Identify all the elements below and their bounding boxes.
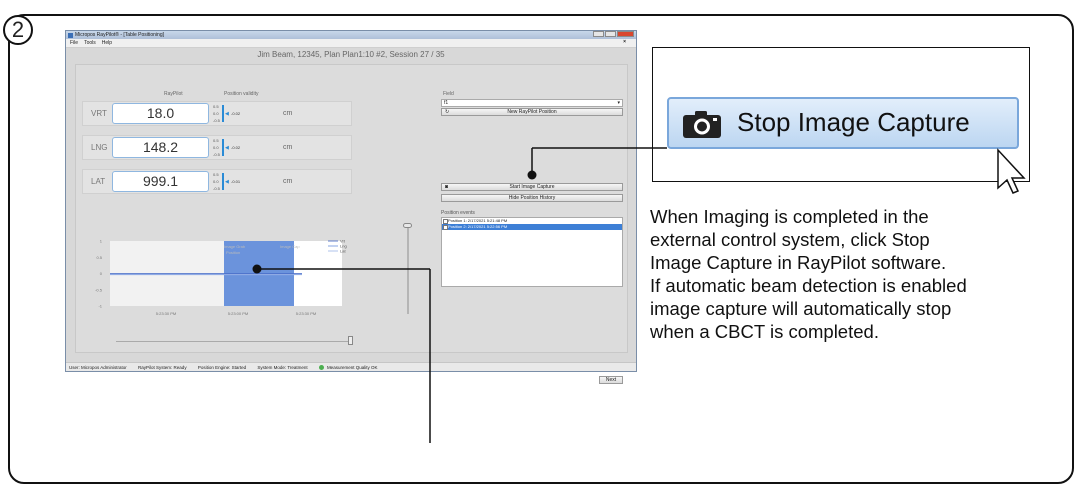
mouse-cursor-icon <box>997 148 1026 194</box>
callout-leader-lines <box>252 147 1026 443</box>
leader-dot <box>527 170 537 180</box>
